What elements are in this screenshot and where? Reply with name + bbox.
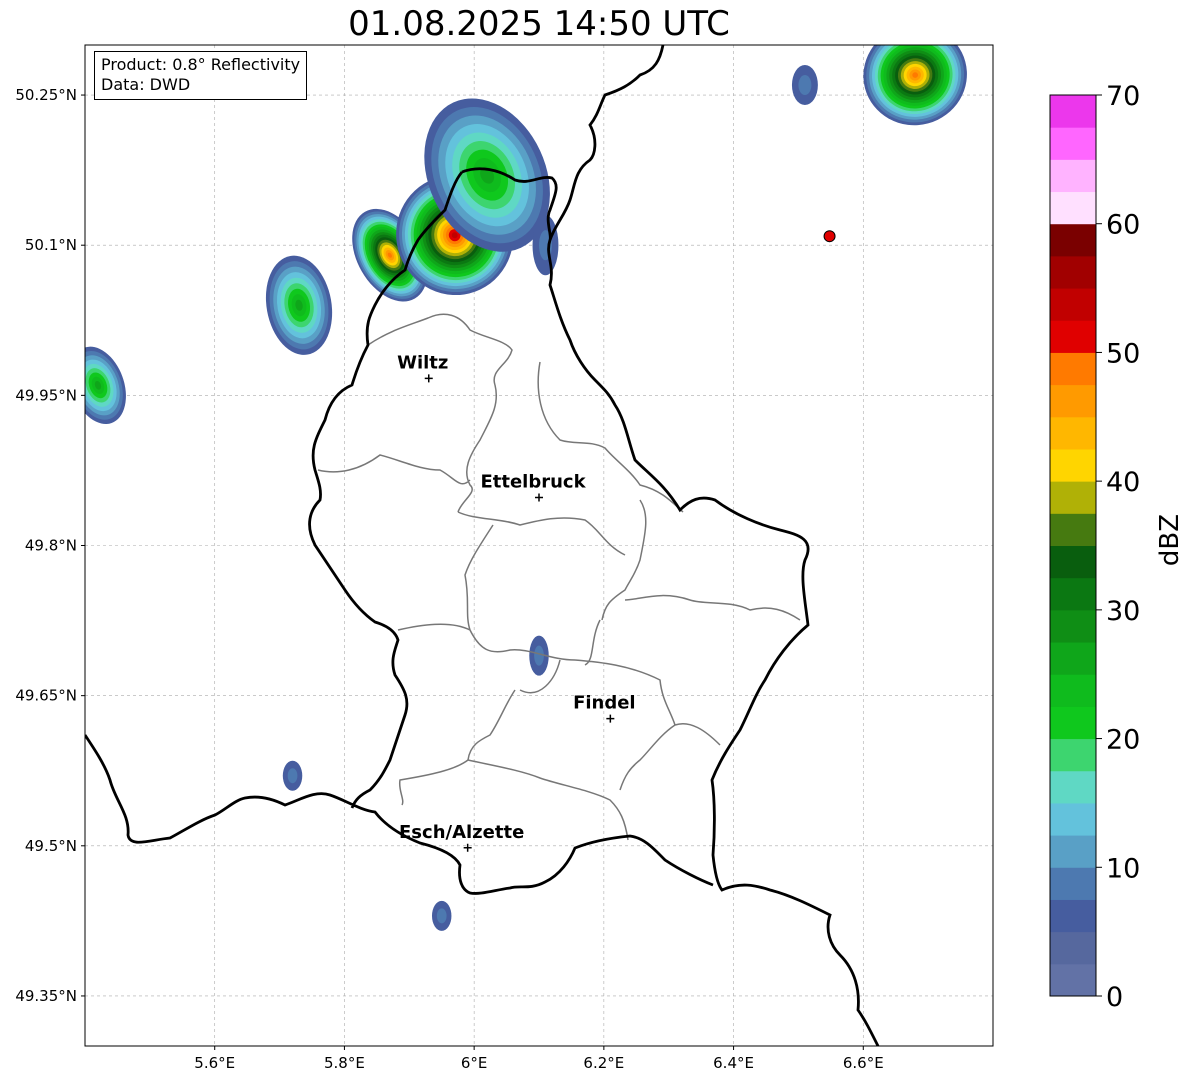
colorbar-segment bbox=[1050, 835, 1096, 868]
colorbar-tick-label: 30 bbox=[1106, 596, 1140, 627]
radar-map: Wiltz Ettelbruck Findel Esch/Alzette 5.6°E 5… bbox=[15, 44, 1140, 1072]
colorbar-segment bbox=[1050, 481, 1096, 514]
lon-tick-label: 6.4°E bbox=[713, 1054, 754, 1072]
lon-tick-label: 6.6°E bbox=[843, 1054, 884, 1072]
echo-cell bbox=[431, 900, 452, 931]
city-marker bbox=[424, 374, 433, 383]
echo-level bbox=[798, 75, 812, 96]
colorbar-tick-label: 40 bbox=[1106, 467, 1140, 498]
city-label: Wiltz bbox=[397, 352, 448, 373]
colorbar-segment bbox=[1050, 802, 1096, 836]
city-marker bbox=[535, 493, 543, 502]
page-title: 01.08.2025 14:50 UTC bbox=[348, 4, 730, 44]
colorbar-tick-label: 0 bbox=[1106, 982, 1123, 1013]
colorbar-segment bbox=[1050, 931, 1096, 965]
echo-cell bbox=[791, 65, 818, 106]
lon-tick-label: 6.2°E bbox=[583, 1054, 624, 1072]
colorbar-segment bbox=[1050, 416, 1096, 450]
lat-tick-label: 50.25°N bbox=[15, 86, 77, 104]
product-label: Product: 0.8° Reflectivity bbox=[101, 55, 301, 74]
source-label: Data: DWD bbox=[101, 75, 191, 94]
echo-cell bbox=[532, 215, 559, 276]
city-label: Esch/Alzette bbox=[399, 822, 524, 843]
colorbar-segment bbox=[1050, 963, 1096, 997]
city-marker bbox=[606, 714, 615, 723]
radar-site bbox=[823, 230, 836, 243]
city-marker bbox=[463, 843, 472, 852]
colorbar-segment bbox=[1050, 770, 1096, 804]
colorbar-segment bbox=[1050, 706, 1096, 740]
colorbar-segment bbox=[1050, 255, 1096, 289]
colorbar-segment bbox=[1050, 674, 1096, 707]
colorbar-tick-label: 50 bbox=[1106, 338, 1140, 369]
colorbar-tick-label: 70 bbox=[1106, 81, 1140, 112]
echo-cell bbox=[282, 760, 303, 791]
colorbar-segment bbox=[1050, 352, 1096, 386]
colorbar-segment bbox=[1050, 577, 1096, 611]
echo-level bbox=[287, 768, 298, 784]
colorbar-segment bbox=[1050, 127, 1096, 160]
lon-tick-label: 5.6°E bbox=[194, 1054, 235, 1072]
colorbar-label: dBZ bbox=[1155, 513, 1184, 567]
colorbar-tick-label: 60 bbox=[1106, 210, 1140, 241]
echo-cell bbox=[265, 255, 333, 355]
cities: Wiltz Ettelbruck Findel Esch/Alzette bbox=[397, 352, 636, 852]
colorbar-segment bbox=[1050, 609, 1096, 643]
colorbar-segment bbox=[1050, 384, 1096, 418]
lat-tick-label: 49.95°N bbox=[15, 386, 77, 404]
colorbar-segment bbox=[1050, 159, 1096, 193]
lat-tick-label: 49.5°N bbox=[25, 837, 77, 855]
colorbar-segment bbox=[1050, 448, 1096, 482]
colorbar-segment bbox=[1050, 95, 1096, 128]
info-box: Product: 0.8° Reflectivity Data: DWD bbox=[94, 51, 308, 100]
city-label: Ettelbruck bbox=[480, 471, 586, 492]
colorbar-segment bbox=[1050, 223, 1096, 257]
lat-tick-label: 49.8°N bbox=[25, 537, 77, 555]
colorbar-segment bbox=[1050, 899, 1096, 933]
colorbar-segment bbox=[1050, 191, 1096, 225]
echo-level bbox=[534, 645, 544, 666]
lat-tick-label: 49.65°N bbox=[15, 687, 77, 705]
lon-tick-label: 5.8°E bbox=[324, 1054, 365, 1072]
city-label: Findel bbox=[573, 693, 636, 714]
colorbar-tick-label: 20 bbox=[1106, 725, 1140, 756]
colorbar-segment bbox=[1050, 738, 1096, 772]
lon-tick-label: 6°E bbox=[461, 1054, 488, 1072]
echo-cell bbox=[85, 346, 126, 424]
echo-level bbox=[436, 908, 447, 924]
colorbar: 0 10 20 30 40 50 60 70 bbox=[1049, 81, 1140, 1013]
colorbar-segment bbox=[1050, 288, 1096, 321]
colorbar-segment bbox=[1050, 545, 1096, 579]
colorbar-segment bbox=[1050, 867, 1096, 900]
lat-tick-label: 49.35°N bbox=[15, 987, 77, 1005]
radar-site-marker bbox=[823, 230, 836, 243]
colorbar-segment bbox=[1050, 642, 1096, 675]
lat-tick-label: 50.1°N bbox=[25, 236, 77, 254]
colorbar-segment bbox=[1050, 513, 1096, 546]
colorbar-segment bbox=[1050, 320, 1096, 353]
colorbar-tick-label: 10 bbox=[1106, 853, 1140, 884]
